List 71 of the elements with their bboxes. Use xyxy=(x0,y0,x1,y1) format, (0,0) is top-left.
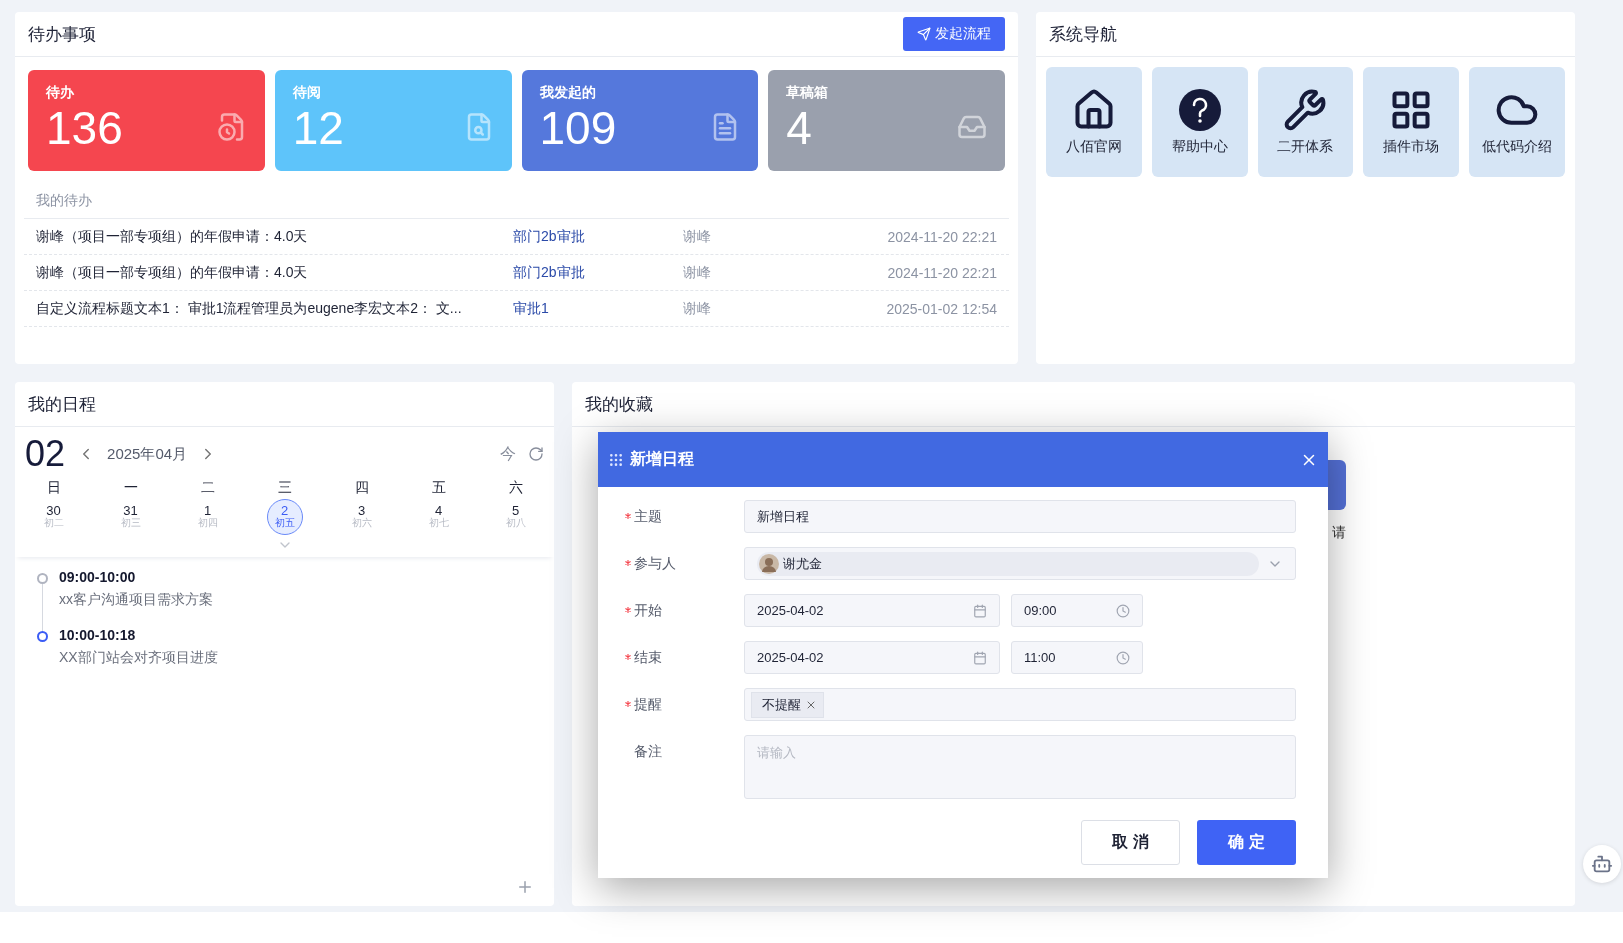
month-label: 2025年04月 xyxy=(107,444,188,464)
dialog-title: 新增日程 xyxy=(630,449,695,469)
event-time: 09:00-10:00 xyxy=(59,569,137,585)
weekday-label: 四 xyxy=(353,478,370,497)
task-person: 谢峰 xyxy=(683,227,711,246)
section-label: 我的待办 xyxy=(36,192,92,208)
subject-field[interactable]: 新增日程 xyxy=(744,500,1296,533)
event-title[interactable]: xx客户沟通项目需求方案 xyxy=(59,591,532,609)
nav-tile[interactable]: 帮助中心 xyxy=(1151,67,1248,177)
task-person: 谢峰 xyxy=(683,299,711,318)
calendar-day[interactable]: 5 初八 xyxy=(497,499,534,535)
stat-card[interactable]: 我发起的 109 xyxy=(521,70,759,171)
task-time: 2024-11-20 22:21 xyxy=(887,228,997,245)
field-label: 备注 xyxy=(633,742,663,761)
weekday-label: 三 xyxy=(276,478,293,497)
time-field[interactable]: 09:00 xyxy=(1011,594,1143,627)
nav-tile[interactable]: 低代码介绍 xyxy=(1469,67,1565,177)
cancel-button[interactable]: 取 消 xyxy=(1081,820,1180,865)
start-process-button[interactable]: 发起流程 xyxy=(903,17,1005,51)
calendar-day[interactable]: 1 初四 xyxy=(189,499,226,535)
calendar-day[interactable]: 2 初五 xyxy=(266,499,303,535)
stat-count: 12 xyxy=(292,102,344,154)
panel-title: 我的日程 xyxy=(28,393,96,416)
weekday-label: 六 xyxy=(507,478,524,497)
calendar-day[interactable]: 31 初三 xyxy=(112,499,149,535)
reminder-select[interactable]: 不提醒 xyxy=(744,688,1296,721)
field-label: 主题 xyxy=(625,500,744,526)
task-time: 2025-01-02 12:54 xyxy=(886,300,997,317)
participant-chip: 谢尤金 xyxy=(757,551,1259,576)
weekday-label: 日 xyxy=(45,478,62,497)
current-day: 02 xyxy=(25,433,66,475)
stat-label: 草稿箱 xyxy=(786,84,830,102)
field-label: 开始 xyxy=(625,594,744,620)
nav-tile[interactable]: 插件市场 xyxy=(1363,67,1460,177)
nav-tile[interactable]: 二开体系 xyxy=(1257,67,1354,177)
date-field[interactable]: 2025-04-02 xyxy=(744,641,1000,674)
stat-card[interactable]: 待办 136 xyxy=(28,70,265,171)
stat-count: 109 xyxy=(539,102,617,154)
field-label: 参与人 xyxy=(625,547,744,573)
stat-count: 4 xyxy=(786,102,812,154)
stat-label: 待阅 xyxy=(292,84,322,102)
stat-label: 我发起的 xyxy=(539,84,597,102)
stat-count: 136 xyxy=(46,102,123,154)
task-title[interactable]: 谢峰（项目一部专项组）的年假申请：4.0天 xyxy=(36,227,308,246)
weekday-label: 一 xyxy=(122,478,139,497)
task-person: 谢峰 xyxy=(683,263,711,282)
panel-title: 我的收藏 xyxy=(585,393,653,416)
panel-title: 待办事项 xyxy=(28,23,96,46)
nav-tile[interactable]: 八佰官网 xyxy=(1046,67,1142,177)
participant-select[interactable]: 谢尤金 xyxy=(744,547,1296,580)
stat-label: 待办 xyxy=(46,84,75,102)
event-title[interactable]: XX部门站会对齐项目进度 xyxy=(59,649,532,667)
task-title[interactable]: 谢峰（项目一部专项组）的年假申请：4.0天 xyxy=(36,263,308,282)
weekday-label: 五 xyxy=(430,478,447,497)
task-time: 2024-11-20 22:21 xyxy=(887,264,997,281)
field-label: 结束 xyxy=(625,641,744,667)
panel-title: 系统导航 xyxy=(1049,23,1117,46)
event-time: 10:00-10:18 xyxy=(59,627,137,643)
approval-step-text: 部门2b审批 xyxy=(513,263,585,282)
calendar-day[interactable]: 3 初六 xyxy=(343,499,380,535)
task-title[interactable]: 自定义流程标题文本1： 审批1流程管理员为eugene李宏文本2： 文... xyxy=(36,299,462,318)
calendar-day[interactable]: 4 初七 xyxy=(420,499,457,535)
confirm-button[interactable]: 确 定 xyxy=(1197,820,1296,865)
approval-step-text: 审批1 xyxy=(513,299,549,318)
field-label: 提醒 xyxy=(625,688,744,714)
weekday-label: 二 xyxy=(199,478,216,497)
reminder-tag: 不提醒 xyxy=(751,691,824,718)
date-field[interactable]: 2025-04-02 xyxy=(744,594,1000,627)
approval-step-text: 部门2b审批 xyxy=(513,227,585,246)
favorite-label: 请 xyxy=(1331,524,1346,542)
time-field[interactable]: 11:00 xyxy=(1011,641,1143,674)
